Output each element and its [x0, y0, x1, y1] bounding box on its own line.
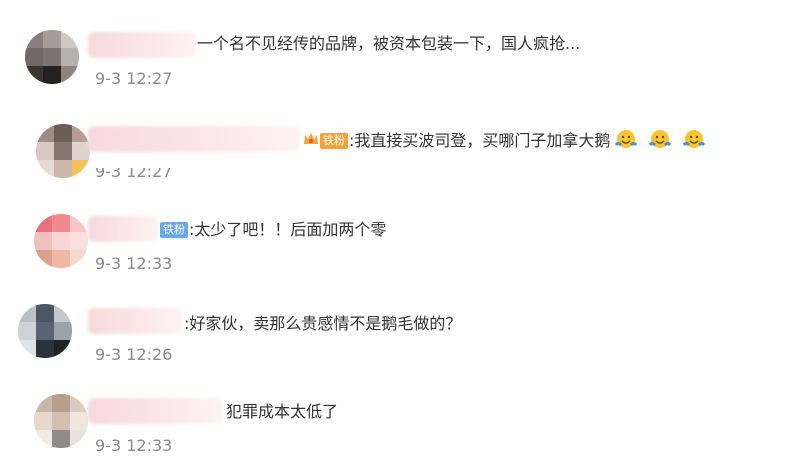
comment-timestamp: 9-3 12:27 [95, 69, 173, 88]
avatar[interactable] [36, 124, 90, 178]
comment-text: :好家伙，卖那么贵感情不是鹅毛做的？ [184, 314, 462, 333]
comment-text: :太少了吧！！后面加两个零 [189, 220, 387, 239]
comment-text: 一个名不见经传的品牌，被资本包装一下，国人疯抢... [197, 34, 581, 53]
username-blurred[interactable] [88, 32, 196, 58]
comment-item: 一个名不见经传的品牌，被资本包装一下，国人疯抢... 9-3 12:27 [0, 20, 794, 100]
avatar[interactable] [34, 214, 88, 268]
fan-badge: 铁粉 [160, 222, 188, 238]
username-blurred[interactable] [88, 398, 222, 424]
smiley-icon [649, 130, 672, 148]
comment-text: 犯罪成本太低了 [226, 402, 339, 421]
avatar[interactable] [18, 304, 72, 358]
comment-text-line: 铁粉:我直接买波司登，买哪门子加拿大鹅 [303, 128, 706, 152]
comment-item: 9-3 12:27 铁粉:我直接买波司登，买哪门子加拿大鹅 [0, 106, 794, 186]
comment-item: :好家伙，卖那么贵感情不是鹅毛做的？ 9-3 12:26 [0, 290, 794, 370]
username-blurred[interactable] [88, 126, 300, 152]
comment-timestamp: 9-3 12:26 [95, 345, 173, 364]
username-blurred[interactable] [88, 308, 182, 334]
comment-timestamp: 9-3 12:33 [95, 436, 173, 455]
fan-badge: 铁粉 [320, 133, 348, 149]
crown-icon [304, 133, 318, 144]
comment-item: 犯罪成本太低了 9-3 12:33 [0, 380, 794, 460]
comment-timestamp: 9-3 12:33 [95, 254, 173, 273]
avatar[interactable] [34, 394, 88, 448]
comment-text-line: 铁粉:太少了吧！！后面加两个零 [160, 220, 386, 240]
username-blurred[interactable] [88, 216, 158, 242]
smiley-icon [615, 130, 638, 148]
avatar[interactable] [25, 30, 79, 84]
smiley-icon [683, 130, 706, 148]
comment-item: 铁粉:太少了吧！！后面加两个零 9-3 12:33 [0, 198, 794, 278]
comment-timestamp: 9-3 12:27 [95, 162, 173, 181]
comment-text: :我直接买波司登，买哪门子加拿大鹅 [349, 131, 611, 150]
